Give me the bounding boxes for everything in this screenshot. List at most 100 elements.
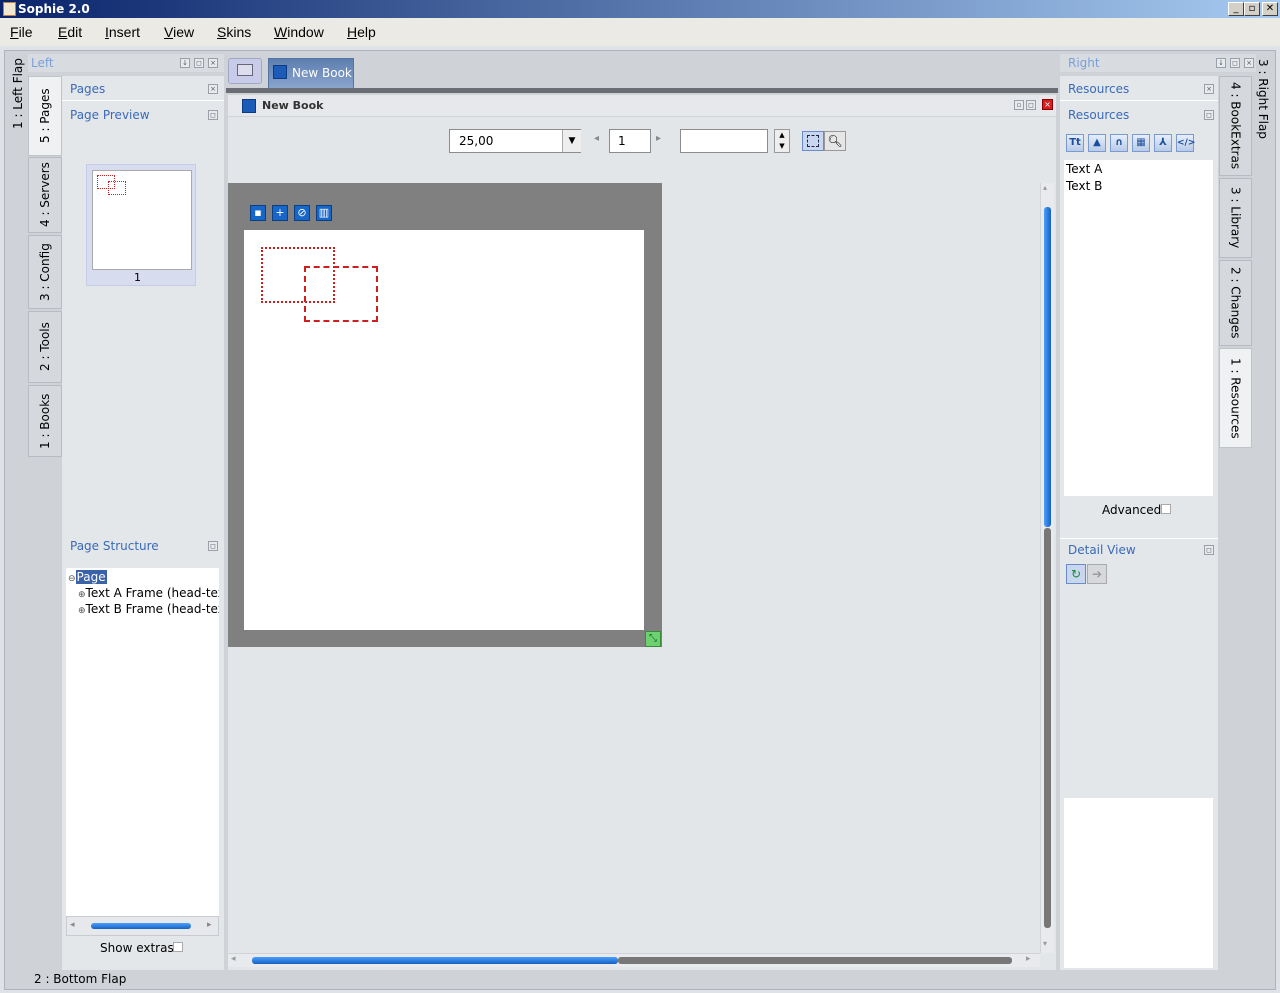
minimize-button[interactable]: _ (1228, 2, 1244, 16)
video-icon[interactable]: ▦ (1132, 134, 1150, 152)
scroll-left-icon[interactable]: ◂ (231, 954, 236, 964)
tab-config[interactable]: 3 : Config (28, 235, 62, 309)
left-flap-label[interactable]: 1 : Left Flap (8, 54, 28, 134)
right-flap-label[interactable]: 3 : Right Flap (1252, 58, 1274, 140)
page-structure-tree: ⊖Page ⊕Text A Frame (head-text- ⊕Text B … (66, 568, 219, 916)
select-tool-button[interactable] (802, 131, 824, 151)
chart-icon[interactable]: ▥ (316, 205, 332, 221)
resource-item[interactable]: Text B (1066, 179, 1102, 193)
scroll-down-icon[interactable]: ▾ (1043, 939, 1047, 948)
tab-new-book[interactable]: New Book (268, 58, 354, 88)
menu-skins[interactable]: Skins (217, 24, 251, 40)
editor-title: New Book (262, 99, 324, 112)
document-tab-bar: New Book (226, 54, 1058, 88)
float-icon[interactable]: ◻ (194, 58, 204, 68)
tree-item[interactable]: ⊕Text B Frame (head-text- (78, 602, 219, 616)
extra-input[interactable] (680, 129, 768, 153)
tab-pages[interactable]: 5 : Pages (28, 76, 62, 156)
page-canvas[interactable] (244, 230, 644, 630)
page-number: 1 (134, 271, 141, 284)
page-structure-float-icon[interactable]: ◻ (208, 541, 218, 551)
text-b-frame[interactable] (304, 266, 378, 322)
tab-tools[interactable]: 2 : Tools (28, 311, 62, 383)
resources-close-icon[interactable]: × (1204, 84, 1214, 94)
detail-view-float-icon[interactable]: ◻ (1204, 545, 1214, 555)
editor-minimize-icon[interactable]: ▫ (1014, 100, 1024, 110)
editor-restore-icon[interactable]: ◻ (1026, 100, 1036, 110)
zoom-tool-button[interactable]: 🔍︎ (824, 131, 846, 151)
menu-bar: File Edit Insert View Skins Window Help (0, 18, 1280, 46)
forward-icon[interactable]: ➔ (1087, 564, 1107, 584)
close-window-button[interactable]: ✕ (1262, 2, 1278, 16)
image-icon[interactable]: ▲ (1088, 134, 1106, 152)
bottom-flap-label[interactable]: 2 : Bottom Flap (34, 972, 126, 986)
page-thumbnail-item[interactable]: 1 (86, 164, 196, 286)
tab-servers[interactable]: 4 : Servers (28, 157, 62, 233)
tree-root-label[interactable]: Page (75, 570, 107, 584)
maximize-button[interactable]: ▫ (1244, 2, 1260, 16)
editor-horizontal-scrollbar[interactable]: ◂ ▸ (228, 953, 1040, 967)
v-scroll-thumb[interactable] (1044, 207, 1051, 527)
menu-help[interactable]: Help (347, 24, 376, 40)
scroll-up-icon[interactable]: ▴ (1043, 183, 1047, 192)
audio-icon[interactable]: ∩ (1110, 134, 1128, 152)
add-icon[interactable]: + (272, 205, 288, 221)
resource-item[interactable]: Text A (1066, 162, 1102, 176)
link-icon[interactable]: ⊘ (294, 205, 310, 221)
expand-icon[interactable]: ⊕ (78, 590, 86, 600)
chevron-down-icon[interactable]: ▼ (562, 130, 581, 152)
h-scroll-thumb[interactable] (252, 957, 618, 964)
tab-books[interactable]: 1 : Books (28, 385, 62, 457)
tab-changes[interactable]: 2 : Changes (1219, 260, 1252, 346)
h-scroll-track (618, 957, 1012, 964)
html-icon[interactable]: </> (1176, 134, 1195, 152)
scroll-right-icon[interactable]: ▸ (207, 920, 212, 930)
app-icon (3, 2, 16, 16)
refresh-icon[interactable]: ↻ (1066, 564, 1086, 584)
scroll-right-icon[interactable]: ▸ (1026, 954, 1031, 964)
advanced-checkbox[interactable] (1161, 504, 1171, 514)
stepper-icon[interactable]: ▲ ▼ (774, 129, 790, 153)
tree-item[interactable]: ⊕Text A Frame (head-text- (78, 586, 219, 600)
pdf-icon[interactable]: ⅄ (1154, 134, 1172, 152)
tree-root[interactable]: ⊖Page (68, 570, 107, 584)
zoom-combobox[interactable]: 25,00 ▼ (449, 129, 581, 153)
prev-page-icon[interactable]: ◂ (594, 133, 599, 144)
presentation-tab[interactable] (228, 58, 262, 84)
tab-resources[interactable]: 1 : Resources (1219, 348, 1252, 448)
close-icon[interactable]: × (208, 58, 218, 68)
tree-item-label[interactable]: Text A Frame (head-text- (86, 586, 219, 600)
page-number-input[interactable] (609, 129, 651, 153)
pin-icon[interactable]: ↓ (1216, 58, 1226, 68)
tab-bookextras[interactable]: 4 : BookExtras (1219, 76, 1252, 176)
menu-window[interactable]: Window (274, 24, 324, 40)
monitor-icon (237, 64, 253, 76)
resources-float-icon[interactable]: ◻ (1204, 110, 1214, 120)
pin-icon[interactable]: ↓ (180, 58, 190, 68)
show-extras-checkbox[interactable] (173, 942, 183, 952)
scroll-thumb[interactable] (91, 923, 191, 929)
page-preview-float-icon[interactable]: ◻ (208, 110, 218, 120)
menu-file[interactable]: File (10, 24, 33, 40)
magnifier-icon: 🔍︎ (827, 134, 843, 148)
expand-icon[interactable]: ⊕ (78, 606, 86, 616)
collapse-icon[interactable]: ⊖ (68, 574, 76, 584)
tree-horizontal-scrollbar[interactable]: ◂ ▸ (66, 916, 219, 936)
float-icon[interactable]: ◻ (1230, 58, 1240, 68)
editor-close-icon[interactable]: × (1042, 99, 1053, 110)
resources-sub-title: Resources (1068, 108, 1130, 122)
pages-close-icon[interactable]: × (208, 84, 218, 94)
new-page-icon[interactable]: ▪ (250, 205, 266, 221)
menu-view[interactable]: View (164, 24, 194, 40)
left-flap-header: Left ↓ ◻ × (28, 54, 224, 72)
next-page-icon[interactable]: ▸ (656, 133, 661, 144)
menu-insert[interactable]: Insert (105, 24, 140, 40)
scroll-left-icon[interactable]: ◂ (70, 920, 75, 930)
tab-library[interactable]: 3 : Library (1219, 178, 1252, 258)
left-panel: Pages × Page Preview ◻ 1 Page Structure … (62, 76, 224, 970)
editor-vertical-scrollbar[interactable]: ▴ ▾ (1040, 183, 1054, 953)
menu-edit[interactable]: Edit (58, 24, 82, 40)
resize-handle-icon[interactable]: ⤡ (645, 631, 661, 647)
tree-item-label[interactable]: Text B Frame (head-text- (86, 602, 219, 616)
text-icon[interactable]: Tt (1066, 134, 1084, 152)
